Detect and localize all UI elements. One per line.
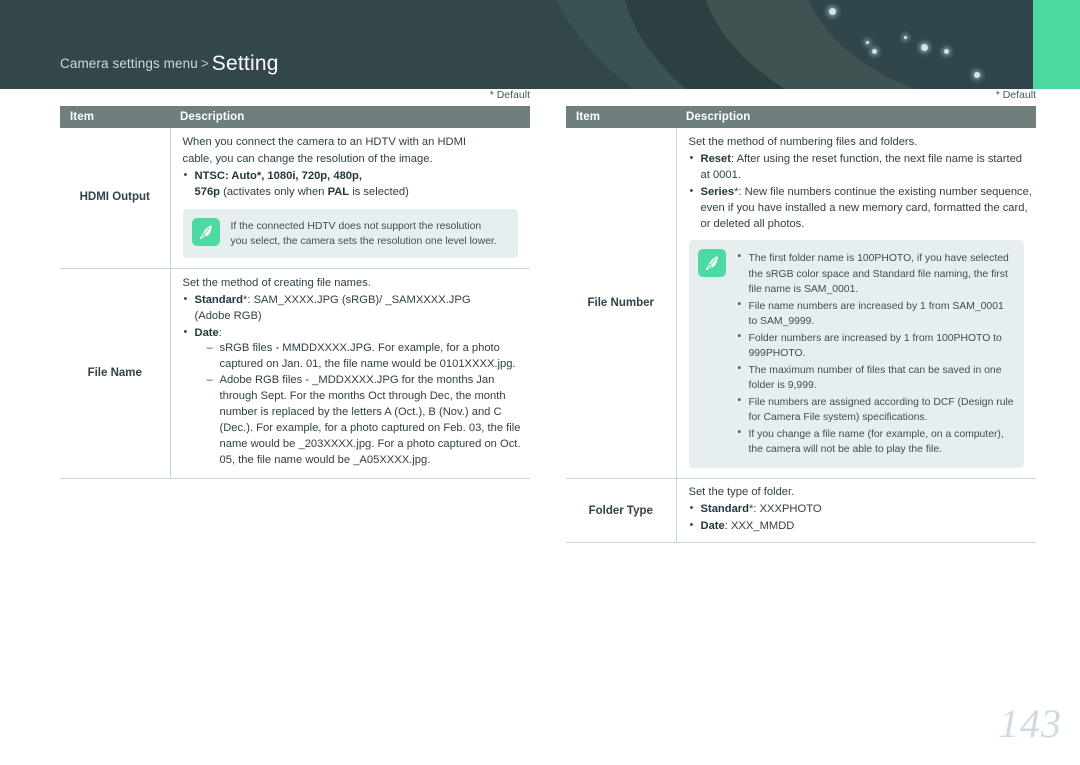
row-description: Set the method of creating file names. S… — [170, 268, 530, 479]
page-number: 143 — [999, 701, 1062, 746]
dash-list: sRGB files - MMDDXXXX.JPG. For example, … — [207, 341, 527, 468]
header-decoration-swoosh-2 — [620, 0, 1080, 89]
pencil-note-icon — [697, 249, 726, 278]
bullet-text: is selected) — [349, 185, 409, 198]
row-item-label: File Name — [60, 268, 171, 479]
row-description: Set the type of folder. Standard*: XXXPH… — [676, 478, 1036, 544]
bullet-values-secondary: 576p — [194, 185, 221, 198]
dash-item: sRGB files - MMDDXXXX.JPG. For example, … — [207, 341, 527, 373]
header-sparkle-dot — [866, 41, 869, 44]
table-row: Folder Type Set the type of folder. Stan… — [566, 478, 1036, 544]
default-legend-left: * Default — [489, 89, 530, 101]
tip-bullet-item: If you change a file name (for example, … — [737, 426, 1015, 457]
bullet-text: : After using the reset function, the ne… — [700, 152, 1023, 181]
bullet-colon: : — [218, 326, 222, 339]
table-header-row: Item Description — [566, 106, 1036, 128]
bullet-text-secondary: (Adobe RGB) — [194, 309, 262, 322]
bullet-item: Standard*: XXXPHOTO — [689, 501, 1033, 518]
table-row: HDMI Output When you connect the camera … — [60, 128, 530, 269]
header-sparkle-dot — [829, 8, 836, 15]
tip-box: The first folder name is 100PHOTO, if yo… — [688, 240, 1024, 469]
page-content: * Default Item Description HDMI Output W… — [0, 89, 1080, 765]
page-header: Camera settings menu > Setting — [0, 0, 1080, 89]
bullet-list: Standard*: XXXPHOTO Date: XXX_MMDD — [689, 501, 1033, 535]
bullet-item: Standard*: SAM_XXXX.JPG (sRGB)/ _SAMXXXX… — [183, 292, 527, 325]
header-sparkle-dot — [872, 49, 877, 54]
bullet-item: Date: sRGB files - MMDDXXXX.JPG. For exa… — [183, 324, 527, 469]
column-header-item: Item — [566, 106, 676, 128]
bullet-list: Reset: After using the reset function, t… — [689, 151, 1033, 233]
breadcrumb-separator: > — [200, 56, 209, 71]
right-column: * Default Item Description File Number S… — [566, 89, 1036, 544]
bullet-text: *: SAM_XXXX.JPG (sRGB)/ _SAMXXXX.JPG — [243, 293, 471, 306]
bullet-text: *: New file numbers continue the existin… — [700, 185, 1032, 230]
bullet-text: *: XXXPHOTO — [749, 503, 822, 516]
bullet-term: Series — [700, 185, 735, 198]
row-item-label: HDMI Output — [60, 128, 171, 269]
header-decoration-swoosh-1 — [540, 0, 1080, 89]
breadcrumb-prefix: Camera settings menu — [60, 56, 198, 71]
breadcrumb: Camera settings menu > Setting — [60, 52, 279, 76]
bullet-text: : XXX_MMDD — [724, 520, 795, 533]
tip-bullet-item: File name numbers are increased by 1 fro… — [737, 298, 1015, 329]
bullet-term: Reset — [700, 152, 731, 165]
header-sparkle-dot — [904, 36, 907, 39]
row-description: When you connect the camera to an HDTV w… — [170, 128, 530, 269]
tip-bullet-item: Folder numbers are increased by 1 from 1… — [737, 330, 1015, 361]
tip-line: If the connected HDTV does not support t… — [230, 220, 482, 232]
bullet-term: Date — [700, 520, 725, 533]
bullet-list: Standard*: SAM_XXXX.JPG (sRGB)/ _SAMXXXX… — [183, 292, 527, 469]
table-row: File Name Set the method of creating fil… — [60, 268, 530, 479]
column-header-item: Item — [60, 106, 170, 128]
row-description: Set the method of numbering files and fo… — [676, 128, 1036, 480]
tip-text: If the connected HDTV does not support t… — [231, 218, 497, 249]
bullet-values: Auto*, 1080i, 720p, 480p, — [231, 169, 362, 182]
header-accent-block — [1033, 0, 1080, 89]
bullet-item: Series*: New file numbers continue the e… — [689, 184, 1033, 233]
tip-bullet-item: File numbers are assigned according to D… — [737, 394, 1015, 425]
column-header-description: Description — [170, 106, 530, 128]
bullet-item: NTSC: Auto*, 1080i, 720p, 480p, 576p (ac… — [183, 168, 527, 201]
table-header-row: Item Description — [60, 106, 530, 128]
page-title: Setting — [211, 52, 279, 75]
bullet-term: Date — [194, 326, 219, 339]
description-line: Set the method of creating file names. — [182, 276, 371, 289]
bullet-term: Standard — [700, 503, 750, 516]
default-legend-right: * Default — [995, 89, 1036, 101]
header-decoration-swoosh-3 — [700, 0, 1080, 89]
header-sparkle-dot — [921, 44, 928, 51]
row-item-label: File Number — [566, 128, 677, 480]
column-header-description: Description — [676, 106, 1036, 128]
bullet-item: Date: XXX_MMDD — [689, 518, 1033, 535]
spec-table-right: Item Description File Number Set the met… — [566, 106, 1036, 544]
header-sparkle-dot — [974, 72, 980, 78]
pencil-note-icon — [191, 217, 220, 246]
tip-box: If the connected HDTV does not support t… — [182, 208, 518, 258]
table-row: File Number Set the method of numbering … — [566, 128, 1036, 480]
tip-bullet-item: The first folder name is 100PHOTO, if yo… — [737, 250, 1015, 296]
left-column: * Default Item Description HDMI Output W… — [60, 89, 530, 479]
description-line: Set the method of numbering files and fo… — [688, 136, 918, 148]
description-line: When you connect the camera to an HDTV w… — [182, 136, 467, 148]
bullet-list: NTSC: Auto*, 1080i, 720p, 480p, 576p (ac… — [183, 168, 527, 201]
bullet-term: NTSC — [194, 169, 225, 182]
tip-bullet-list: The first folder name is 100PHOTO, if yo… — [737, 250, 1015, 457]
header-sparkle-dot — [944, 49, 949, 54]
description-line: cable, you can change the resolution of … — [182, 152, 433, 165]
bullet-inline-term: PAL — [327, 185, 350, 198]
row-item-label: Folder Type — [566, 478, 677, 544]
bullet-term: Standard — [194, 293, 244, 306]
tip-line: you select, the camera sets the resoluti… — [230, 235, 497, 247]
description-line: Set the type of folder. — [688, 486, 795, 499]
spec-table-left: Item Description HDMI Output When you co… — [60, 106, 530, 479]
tip-text: The first folder name is 100PHOTO, if yo… — [737, 249, 1015, 459]
bullet-item: Reset: After using the reset function, t… — [689, 151, 1033, 184]
bullet-text: (activates only when — [220, 185, 328, 198]
dash-item: Adobe RGB files - _MDDXXXX.JPG for the m… — [207, 373, 527, 468]
tip-bullet-item: The maximum number of files that can be … — [737, 362, 1015, 393]
